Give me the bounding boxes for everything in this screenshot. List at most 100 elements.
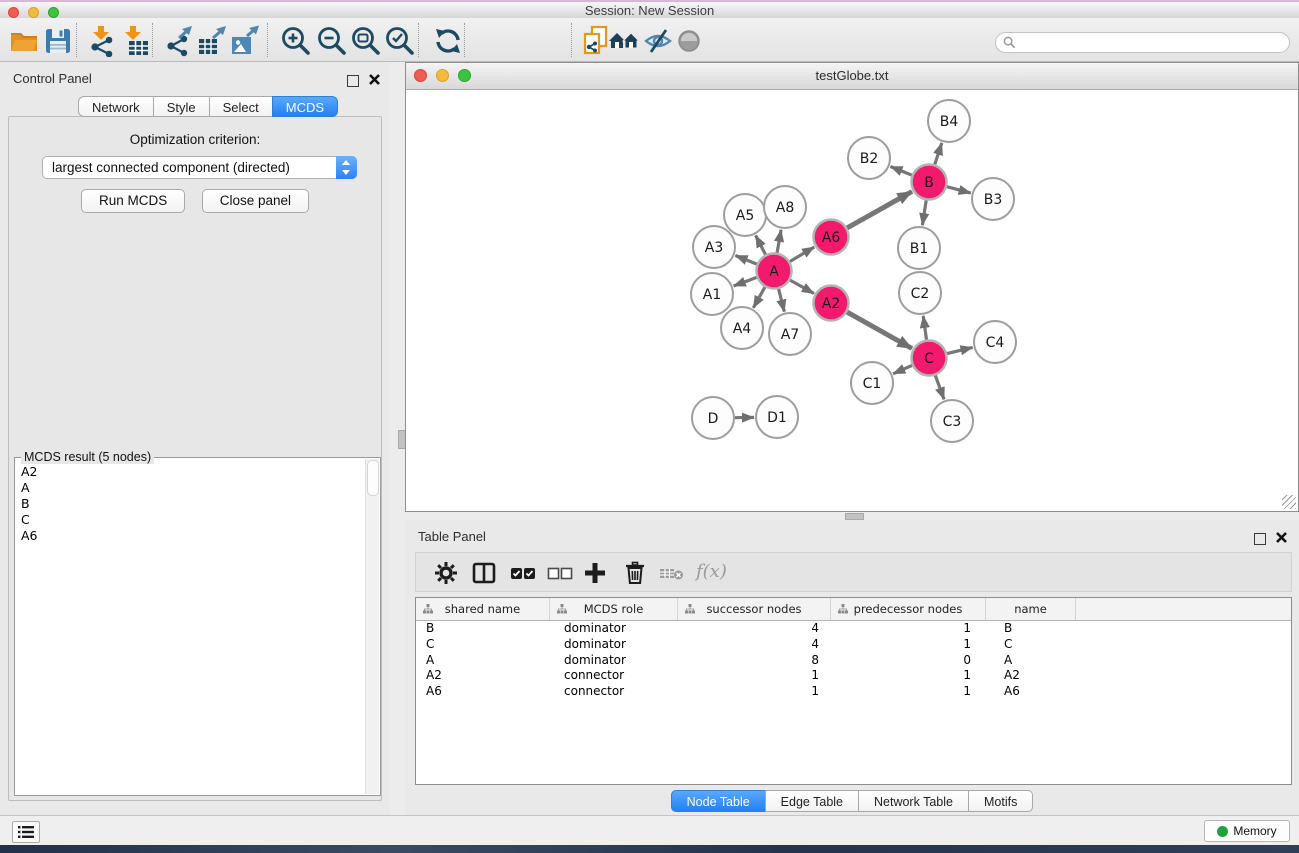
graph-node-A7[interactable]: A7 [769, 313, 811, 355]
control-panel: Control Panel NetworkStyleSelectMCDS Opt… [0, 62, 390, 815]
graph-edge-A2-C[interactable] [847, 312, 912, 348]
table-panel: Table Panel [405, 520, 1299, 815]
column-header-0[interactable]: shared name [416, 598, 550, 620]
network-window-titlebar[interactable]: testGlobe.txt [406, 63, 1298, 90]
column-header-4[interactable]: name [986, 598, 1076, 620]
graph-node-A6[interactable]: A6 [814, 220, 849, 255]
deselect-all-icon[interactable] [547, 561, 571, 585]
tab-network-table[interactable]: Network Table [858, 790, 969, 812]
graph-edge-A-A4[interactable] [753, 287, 765, 308]
graph-edge-A-A5[interactable] [756, 235, 766, 254]
graph-edge-A-A6[interactable] [790, 247, 814, 262]
graph-edge-B-B3[interactable] [947, 187, 971, 193]
zoom-fit-icon[interactable] [350, 25, 382, 57]
tab-edge-table[interactable]: Edge Table [765, 790, 859, 812]
graph-node-A3[interactable]: A3 [693, 226, 735, 268]
table-row[interactable]: A2connector11A2 [416, 667, 1291, 683]
graph-node-A5[interactable]: A5 [724, 194, 766, 236]
resize-grip-icon[interactable] [1282, 495, 1296, 509]
graph-edge-C-C3[interactable] [935, 375, 944, 399]
home-neighbors-icon[interactable] [608, 25, 640, 57]
horizontal-splitter-handle[interactable] [845, 513, 864, 520]
run-mcds-button[interactable]: Run MCDS [81, 189, 185, 213]
mcds-result-item[interactable]: A6 [18, 528, 364, 544]
graph-edge-B-B1[interactable] [922, 200, 926, 225]
column-header-3[interactable]: predecessor nodes [831, 598, 986, 620]
graph-node-C4[interactable]: C4 [974, 321, 1016, 363]
mcds-result-item[interactable]: B [18, 496, 364, 512]
tab-motifs[interactable]: Motifs [968, 790, 1033, 812]
column-header-2[interactable]: successor nodes [678, 598, 831, 620]
zoom-out-icon[interactable] [316, 25, 348, 57]
delete-columns-trash-icon[interactable] [623, 561, 647, 585]
close-panel-button[interactable]: Close panel [202, 189, 309, 213]
table-row[interactable]: A6connector11A6 [416, 683, 1291, 699]
open-session-icon[interactable] [8, 25, 40, 57]
mcds-result-item[interactable]: A [18, 480, 364, 496]
close-panel-icon[interactable] [1276, 530, 1287, 548]
tab-style[interactable]: Style [153, 96, 210, 117]
graph-edge-B-B4[interactable] [935, 143, 942, 165]
graph-node-B1[interactable]: B1 [898, 227, 940, 269]
mcds-result-item[interactable]: C [18, 512, 364, 528]
search-input[interactable] [1022, 34, 1286, 53]
criterion-select[interactable]: largest connected component (directed) [42, 156, 357, 179]
select-all-icon[interactable] [510, 561, 534, 585]
import-table-icon[interactable] [118, 25, 150, 57]
graph-edge-A6-B[interactable] [847, 192, 912, 228]
graph-node-B4[interactable]: B4 [928, 100, 970, 142]
graph-edge-C-C1[interactable] [893, 365, 912, 373]
mcds-result-item[interactable]: A2 [18, 464, 364, 480]
float-panel-icon[interactable] [1254, 533, 1266, 545]
graph-node-C3[interactable]: C3 [931, 400, 973, 442]
graph-node-D[interactable]: D [692, 397, 734, 439]
tab-mcds[interactable]: MCDS [272, 96, 338, 117]
table-row[interactable]: Adominator80A [416, 652, 1291, 668]
hide-unhide-icon[interactable] [642, 25, 674, 57]
graph-edge-A-A8[interactable] [777, 230, 781, 253]
graph-node-A4[interactable]: A4 [721, 307, 763, 349]
graph-node-A[interactable]: A [757, 254, 792, 289]
table-settings-gear-icon[interactable] [434, 561, 458, 585]
graph-edge-C-C2[interactable] [923, 316, 926, 340]
network-canvas[interactable]: B4 B2 B B3 B1 A5A8A6 A3 A A1 A2 A4A7 C2 C C4 C1 C3 D D1 [407, 89, 1298, 511]
graph-node-C1[interactable]: C1 [851, 362, 893, 404]
column-header-1[interactable]: MCDS role [550, 598, 678, 620]
export-image-icon[interactable] [229, 25, 261, 57]
table-row[interactable]: Bdominator41B [416, 620, 1291, 636]
graph-node-D1[interactable]: D1 [756, 396, 798, 438]
graph-edge-A-A1[interactable] [734, 277, 757, 286]
graph-node-C[interactable]: C [912, 341, 947, 376]
svg-text:B4: B4 [940, 114, 959, 130]
export-table-icon[interactable] [196, 25, 228, 57]
graph-edge-A-A2[interactable] [790, 280, 814, 293]
show-column-panel-icon[interactable] [472, 561, 496, 585]
export-network-icon[interactable] [163, 25, 195, 57]
tab-select[interactable]: Select [209, 96, 273, 117]
task-history-list-icon[interactable] [12, 821, 40, 843]
graph-node-A2[interactable]: A2 [814, 286, 849, 321]
result-scrollbar[interactable] [365, 459, 379, 794]
graph-edge-C-C4[interactable] [947, 347, 973, 353]
table-row[interactable]: Cdominator41C [416, 636, 1291, 652]
zoom-selected-icon[interactable] [384, 25, 416, 57]
graph-edge-A-A7[interactable] [779, 289, 785, 312]
create-column-plus-icon[interactable] [583, 561, 607, 585]
graph-node-B2[interactable]: B2 [848, 137, 890, 179]
graph-edge-B-B2[interactable] [890, 167, 911, 176]
graph-node-A1[interactable]: A1 [691, 273, 733, 315]
import-network-icon[interactable] [86, 25, 118, 57]
graph-node-A8[interactable]: A8 [764, 186, 806, 228]
tab-network[interactable]: Network [78, 96, 154, 117]
close-panel-icon[interactable] [369, 72, 380, 90]
graph-node-C2[interactable]: C2 [899, 272, 941, 314]
zoom-in-icon[interactable] [280, 25, 312, 57]
memory-button[interactable]: Memory [1204, 820, 1290, 842]
graph-node-B3[interactable]: B3 [972, 178, 1014, 220]
graph-edge-A-A3[interactable] [735, 256, 756, 265]
save-session-icon[interactable] [42, 25, 74, 57]
float-panel-icon[interactable] [347, 75, 359, 87]
graph-node-B[interactable]: B [912, 165, 947, 200]
refresh-icon[interactable] [432, 25, 464, 57]
tab-node-table[interactable]: Node Table [671, 790, 766, 812]
